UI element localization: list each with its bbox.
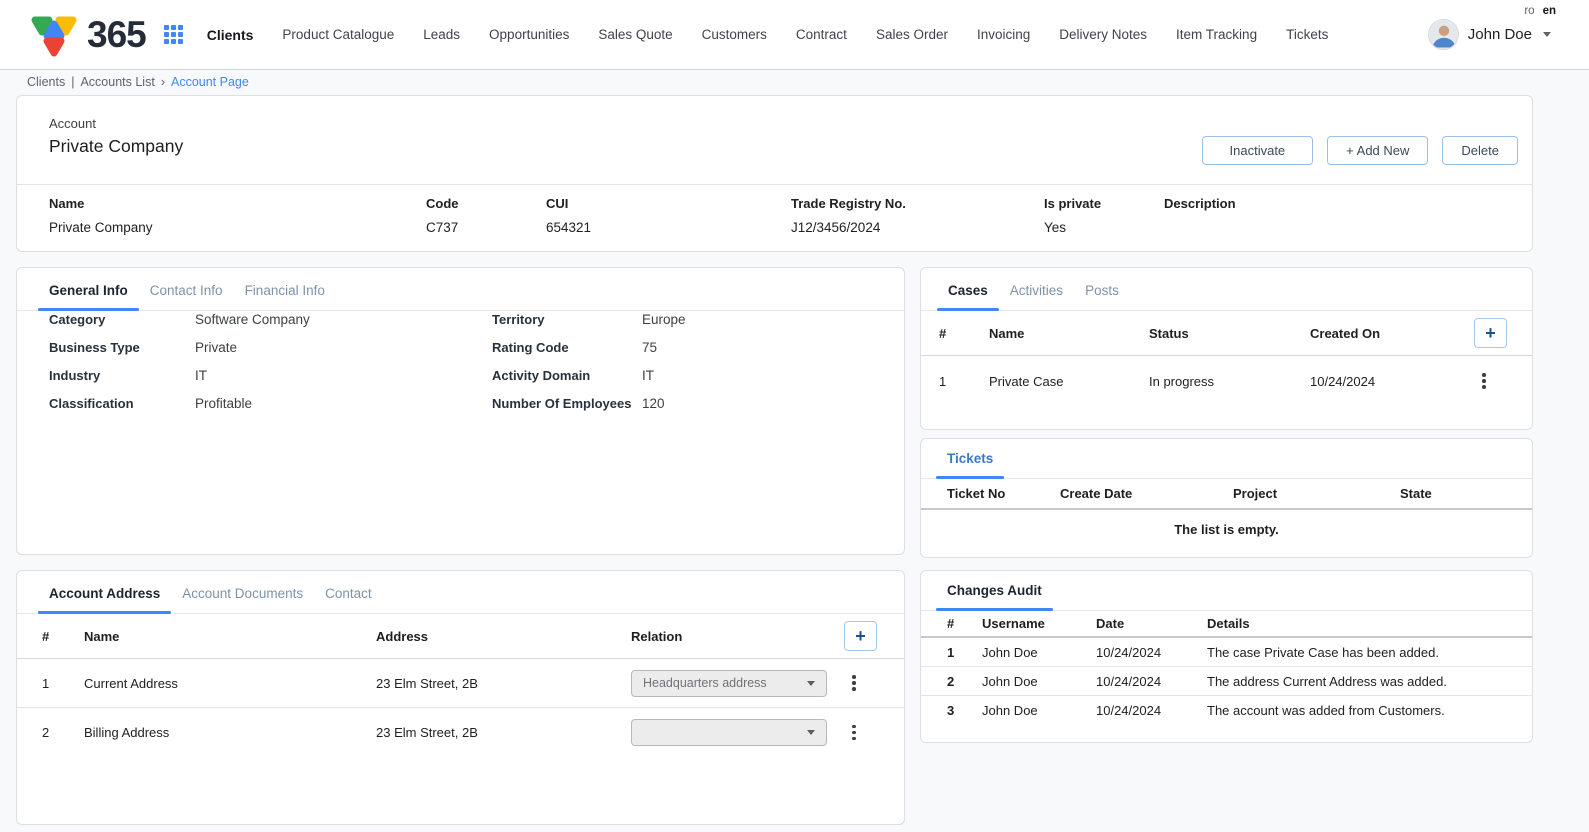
nav-item-invoicing[interactable]: Invoicing — [977, 27, 1030, 42]
general-info-row: Business Type Private Rating Code 75 — [17, 339, 904, 357]
field-name: Name Private Company — [49, 196, 426, 236]
chevron-down-icon — [807, 730, 815, 735]
add-new-button[interactable]: + Add New — [1327, 136, 1428, 165]
row-menu-icon[interactable] — [1474, 370, 1494, 392]
general-info-row: Category Software Company Territory Euro… — [17, 311, 904, 329]
changes-audit-card: Changes Audit # Username Date Details 1 … — [920, 570, 1533, 743]
tab-account-documents[interactable]: Account Documents — [171, 586, 314, 613]
tab-tickets[interactable]: Tickets — [936, 451, 1004, 478]
account-summary-fields: Name Private Company Code C737 CUI 65432… — [17, 185, 1532, 236]
field-cui: CUI 654321 — [546, 196, 791, 236]
delete-button[interactable]: Delete — [1442, 136, 1518, 165]
tickets-tabs: Tickets — [921, 439, 1532, 479]
tab-general-info[interactable]: General Info — [38, 283, 139, 310]
tab-account-address[interactable]: Account Address — [38, 586, 171, 613]
cases-table-row: 1 Private Case In progress 10/24/2024 — [921, 356, 1532, 406]
tab-activities[interactable]: Activities — [999, 283, 1074, 310]
field-description: Description — [1164, 196, 1500, 236]
tickets-table-header: Ticket No Create Date Project State — [921, 479, 1532, 510]
general-info-tabs: General Info Contact Info Financial Info — [17, 268, 904, 311]
changes-audit-tabs: Changes Audit — [921, 571, 1532, 611]
user-name: John Doe — [1468, 26, 1532, 43]
lang-ro[interactable]: ro — [1524, 5, 1534, 17]
audit-table-header: # Username Date Details — [921, 611, 1532, 638]
account-header-card: Account Private Company Inactivate + Add… — [16, 95, 1533, 252]
lang-en[interactable]: en — [1543, 5, 1556, 17]
nav-item-delivery-notes[interactable]: Delivery Notes — [1059, 27, 1147, 42]
field-is-private: Is private Yes — [1044, 196, 1164, 236]
general-info-row: Classification Profitable Number Of Empl… — [17, 395, 904, 413]
row-menu-icon[interactable] — [844, 672, 864, 694]
nav-item-leads[interactable]: Leads — [423, 27, 460, 42]
address-table-header: # Name Address Relation + — [17, 614, 904, 659]
field-trade-registry: Trade Registry No. J12/3456/2024 — [791, 196, 1044, 236]
tickets-card: Tickets Ticket No Create Date Project St… — [920, 438, 1533, 558]
relation-select[interactable]: Headquarters address — [631, 670, 827, 697]
add-case-button[interactable]: + — [1474, 318, 1507, 348]
nav-item-sales-order[interactable]: Sales Order — [876, 27, 948, 42]
breadcrumb-account-page[interactable]: Account Page — [171, 75, 249, 89]
field-code: Code C737 — [426, 196, 546, 236]
header-actions: Inactivate + Add New Delete — [1202, 136, 1518, 165]
app-logo[interactable]: 365 — [27, 10, 146, 60]
audit-table-row: 3 John Doe 10/24/2024 The account was ad… — [921, 696, 1532, 725]
cases-card: Cases Activities Posts # Name Status Cre… — [920, 267, 1533, 430]
nav-item-sales-quote[interactable]: Sales Quote — [598, 27, 672, 42]
apps-grid-icon[interactable] — [164, 25, 183, 44]
inactivate-button[interactable]: Inactivate — [1202, 136, 1314, 165]
cases-tabs: Cases Activities Posts — [921, 268, 1532, 311]
add-address-button[interactable]: + — [844, 621, 877, 651]
cases-table-header: # Name Status Created On + — [921, 311, 1532, 356]
breadcrumb-chevron: › — [161, 75, 165, 89]
breadcrumb-accounts-list[interactable]: Accounts List — [80, 75, 154, 89]
address-table-row: 2 Billing Address 23 Elm Street, 2B — [17, 708, 904, 757]
nav-item-clients[interactable]: Clients — [207, 27, 254, 43]
relation-select[interactable] — [631, 719, 827, 746]
account-address-tabs: Account Address Account Documents Contac… — [17, 571, 904, 614]
nav-item-contract[interactable]: Contract — [796, 27, 847, 42]
user-menu[interactable]: John Doe — [1428, 19, 1551, 50]
tab-contact-info[interactable]: Contact Info — [139, 283, 234, 310]
audit-table-row: 2 John Doe 10/24/2024 The address Curren… — [921, 667, 1532, 696]
tab-changes-audit[interactable]: Changes Audit — [936, 583, 1053, 610]
row-menu-icon[interactable] — [844, 722, 864, 744]
breadcrumb-clients[interactable]: Clients — [27, 75, 65, 89]
account-address-card: Account Address Account Documents Contac… — [16, 570, 905, 825]
top-navigation-bar: 365 Clients Product Catalogue Leads Oppo… — [0, 0, 1589, 70]
general-info-row: Industry IT Activity Domain IT — [17, 367, 904, 385]
avatar — [1428, 19, 1459, 50]
tab-contact[interactable]: Contact — [314, 586, 383, 613]
chevron-down-icon — [807, 681, 815, 686]
nav-item-tickets[interactable]: Tickets — [1286, 27, 1328, 42]
tab-financial-info[interactable]: Financial Info — [234, 283, 336, 310]
audit-table-row: 1 John Doe 10/24/2024 The case Private C… — [921, 638, 1532, 667]
logo-text: 365 — [87, 14, 146, 56]
logo-triangles-icon — [27, 10, 81, 60]
entity-label: Account — [17, 96, 1532, 132]
main-nav: Clients Product Catalogue Leads Opportun… — [207, 27, 1329, 43]
tab-posts[interactable]: Posts — [1074, 283, 1130, 310]
nav-item-product-catalogue[interactable]: Product Catalogue — [282, 27, 394, 42]
language-toggle: ro en — [1524, 5, 1556, 17]
nav-item-item-tracking[interactable]: Item Tracking — [1176, 27, 1257, 42]
nav-item-opportunities[interactable]: Opportunities — [489, 27, 569, 42]
general-info-card: General Info Contact Info Financial Info… — [16, 267, 905, 555]
breadcrumb-pipe: | — [71, 75, 74, 89]
tickets-empty-message: The list is empty. — [921, 510, 1532, 537]
breadcrumb: Clients | Accounts List › Account Page — [0, 70, 1589, 95]
tab-cases[interactable]: Cases — [937, 283, 999, 310]
chevron-down-icon — [1543, 32, 1551, 37]
address-table-row: 1 Current Address 23 Elm Street, 2B Head… — [17, 659, 904, 708]
nav-item-customers[interactable]: Customers — [702, 27, 767, 42]
